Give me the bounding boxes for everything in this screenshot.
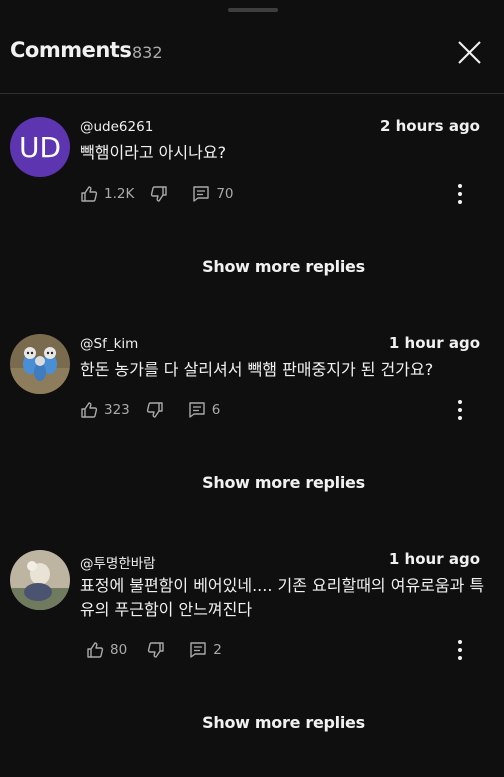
avatar[interactable] (10, 334, 70, 394)
more-vert-icon (458, 184, 462, 188)
like-icon[interactable] (80, 401, 98, 419)
comment-text: 한돈 농가를 다 살리셔서 빽햄 판매중지가 된 건가요? (80, 360, 434, 379)
comments-title: Comments (10, 38, 132, 62)
comments-count: 832 (132, 43, 163, 62)
like-count: 80 (110, 642, 128, 658)
reply-icon[interactable] (189, 641, 207, 659)
reply-count: 2 (213, 642, 222, 658)
comment-text: 표정에 불편함이 베어있네.... 기존 요리할때의 여유로움과 특유의 푸근함… (80, 576, 485, 619)
avatar[interactable]: UD (10, 117, 70, 177)
reply-count: 70 (216, 186, 234, 202)
comment-author[interactable]: @ude6261 (80, 119, 153, 135)
more-options-button[interactable] (450, 638, 470, 662)
comment-actions: 323 6 (80, 400, 220, 420)
dislike-icon[interactable] (147, 641, 165, 659)
avatar[interactable] (10, 550, 70, 610)
reply-count: 6 (211, 402, 221, 418)
comment-item: @투명한바람 1 hour ago 표정에 불편함이 베어있네.... 기존 요… (0, 550, 504, 750)
reply-icon[interactable] (192, 185, 210, 203)
like-count: 323 (104, 402, 130, 418)
more-vert-icon (458, 400, 462, 404)
more-options-button[interactable] (450, 398, 470, 422)
show-more-replies-button[interactable]: Show more replies (0, 473, 504, 492)
close-icon (458, 41, 481, 64)
comment-author[interactable]: @투명한바람 (80, 552, 156, 572)
more-options-button[interactable] (450, 182, 470, 206)
reply-icon[interactable] (188, 401, 206, 419)
comment-item: @Sf_kim 1 hour ago 한돈 농가를 다 살리셔서 빽햄 판매중지… (0, 334, 504, 534)
comment-time: 1 hour ago (388, 550, 480, 568)
comment-item: UD @ude6261 2 hours ago 빽햄이라고 아시나요? 1.2K… (0, 117, 504, 317)
comment-text: 빽햄이라고 아시나요? (80, 143, 227, 162)
dislike-icon[interactable] (146, 401, 164, 419)
comment-actions: 80 2 (86, 640, 222, 660)
comment-time: 2 hours ago (379, 117, 480, 135)
like-count: 1.2K (104, 186, 135, 202)
comment-author[interactable]: @Sf_kim (80, 336, 138, 352)
like-icon[interactable] (86, 641, 104, 659)
comment-time: 1 hour ago (388, 334, 480, 352)
show-more-replies-button[interactable]: Show more replies (0, 713, 504, 732)
close-button[interactable] (452, 36, 486, 70)
like-icon[interactable] (80, 185, 98, 203)
comments-header: Comments 832 (0, 0, 504, 94)
comment-actions: 1.2K 70 (80, 184, 234, 204)
show-more-replies-button[interactable]: Show more replies (0, 257, 504, 276)
more-vert-icon (458, 640, 462, 644)
dislike-icon[interactable] (150, 185, 168, 203)
